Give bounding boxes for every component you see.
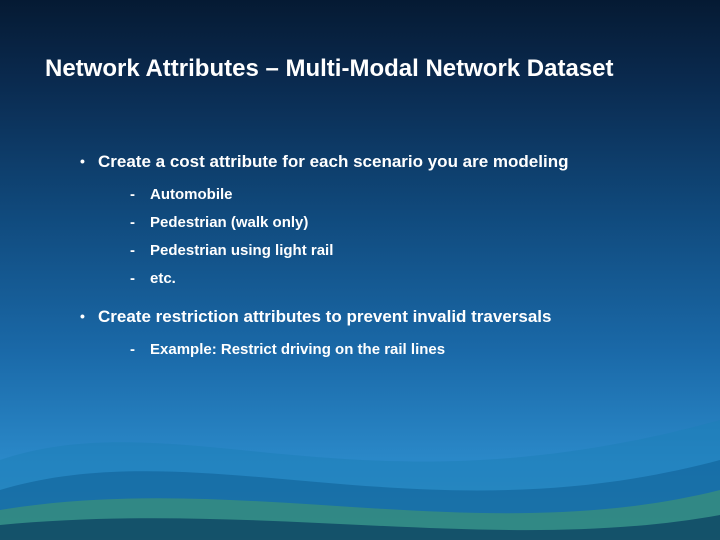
sub-item: - Automobile	[130, 184, 660, 205]
bullet-text: Create a cost attribute for each scenari…	[98, 150, 660, 174]
sub-text: etc.	[150, 268, 660, 289]
bullet-item: • Create a cost attribute for each scena…	[80, 150, 660, 174]
bullet-dot-icon: •	[80, 150, 98, 174]
sub-text: Automobile	[150, 184, 660, 205]
bullet-text: Create restriction attributes to prevent…	[98, 305, 660, 329]
slide: Network Attributes – Multi-Modal Network…	[0, 0, 720, 540]
sub-text: Pedestrian (walk only)	[150, 212, 660, 233]
slide-content: • Create a cost attribute for each scena…	[80, 150, 660, 374]
dash-icon: -	[130, 339, 150, 360]
dash-icon: -	[130, 240, 150, 261]
sub-text: Pedestrian using light rail	[150, 240, 660, 261]
sub-list: - Automobile - Pedestrian (walk only) - …	[130, 184, 660, 289]
sub-item: - Example: Restrict driving on the rail …	[130, 339, 660, 360]
dash-icon: -	[130, 212, 150, 233]
dash-icon: -	[130, 184, 150, 205]
slide-title: Network Attributes – Multi-Modal Network…	[45, 55, 675, 83]
sub-item: - Pedestrian (walk only)	[130, 212, 660, 233]
bullet-item: • Create restriction attributes to preve…	[80, 305, 660, 329]
bullet-dot-icon: •	[80, 305, 98, 329]
sub-item: - etc.	[130, 268, 660, 289]
sub-list: - Example: Restrict driving on the rail …	[130, 339, 660, 360]
sub-item: - Pedestrian using light rail	[130, 240, 660, 261]
sub-text: Example: Restrict driving on the rail li…	[150, 339, 660, 360]
dash-icon: -	[130, 268, 150, 289]
